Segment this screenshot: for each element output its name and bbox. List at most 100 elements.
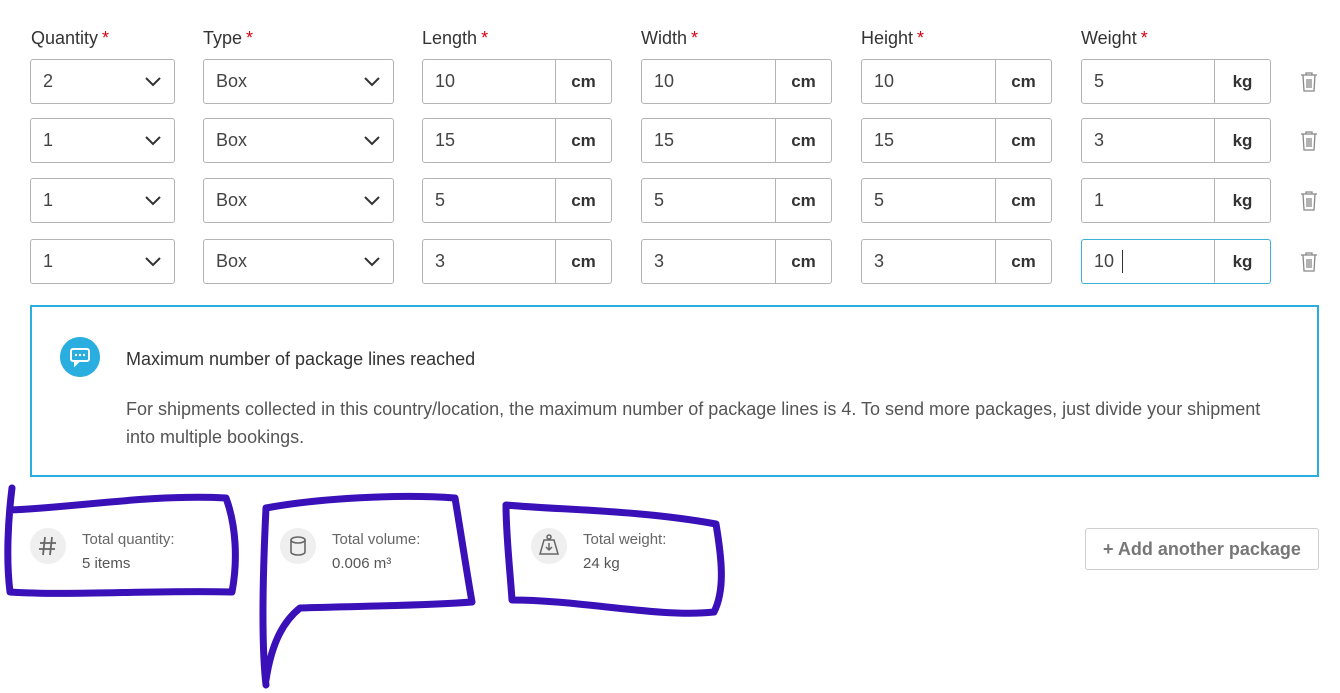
length-value: 3: [435, 251, 446, 271]
total-quantity-value: 5 items: [82, 555, 131, 572]
weight-input[interactable]: 3 kg: [1081, 118, 1271, 163]
length-unit: cm: [555, 119, 611, 162]
type-column-label: Type *: [203, 28, 254, 48]
length-input[interactable]: 5 cm: [422, 178, 612, 223]
width-value: 5: [654, 190, 665, 210]
hash-icon: [30, 528, 66, 564]
package-row: 2 Box 10 cm 10 cm 10 cm 5 kg: [0, 59, 1340, 105]
weight-value: 3: [1094, 130, 1105, 150]
chevron-down-icon: [145, 196, 161, 206]
width-unit: cm: [775, 240, 831, 283]
trash-icon[interactable]: [1300, 190, 1318, 212]
height-input[interactable]: 3 cm: [861, 239, 1052, 284]
chevron-down-icon: [145, 77, 161, 87]
length-input[interactable]: 3 cm: [422, 239, 612, 284]
notice-title: Maximum number of package lines reached: [126, 349, 476, 369]
height-unit: cm: [995, 179, 1051, 222]
chevron-down-icon: [145, 257, 161, 267]
type-value: Box: [216, 251, 248, 271]
trash-icon[interactable]: [1300, 130, 1318, 152]
trash-icon[interactable]: [1300, 71, 1318, 93]
quantity-select[interactable]: 1: [30, 239, 175, 284]
weight-unit: kg: [1214, 240, 1270, 283]
package-row: 1 Box 5 cm 5 cm 5 cm 1 kg: [0, 178, 1340, 224]
quantity-value: 1: [43, 190, 54, 210]
width-value: 15: [654, 130, 675, 150]
height-unit: cm: [995, 60, 1051, 103]
width-input[interactable]: 3 cm: [641, 239, 832, 284]
type-value: Box: [216, 71, 248, 91]
width-input[interactable]: 5 cm: [641, 178, 832, 223]
width-unit: cm: [775, 179, 831, 222]
weight-unit: kg: [1214, 60, 1270, 103]
length-value: 10: [435, 71, 456, 91]
weight-input[interactable]: 1 kg: [1081, 178, 1271, 223]
total-volume-label: Total volume:: [332, 531, 421, 548]
weight-input[interactable]: 10 kg: [1081, 239, 1271, 284]
height-input[interactable]: 10 cm: [861, 59, 1052, 104]
length-input[interactable]: 15 cm: [422, 118, 612, 163]
total-weight-value: 24 kg: [583, 555, 620, 572]
chevron-down-icon: [145, 136, 161, 146]
chevron-down-icon: [364, 136, 380, 146]
chevron-down-icon: [364, 77, 380, 87]
package-row: 1 Box 3 cm 3 cm 3 cm 10 kg: [0, 239, 1340, 285]
chevron-down-icon: [364, 196, 380, 206]
weight-input[interactable]: 5 kg: [1081, 59, 1271, 104]
add-package-button[interactable]: + Add another package: [1085, 528, 1319, 570]
length-value: 5: [435, 190, 446, 210]
weight-unit: kg: [1214, 119, 1270, 162]
height-value: 15: [874, 130, 895, 150]
quantity-value: 1: [43, 251, 54, 271]
width-unit: cm: [775, 119, 831, 162]
width-column-label: Width *: [641, 28, 699, 48]
height-input[interactable]: 5 cm: [861, 178, 1052, 223]
quantity-column-label: Quantity *: [31, 28, 110, 48]
quantity-select[interactable]: 1: [30, 178, 175, 223]
annotation-scribbles: [4, 484, 725, 689]
total-volume-value: 0.006 m³: [332, 555, 392, 572]
length-column-label: Length *: [422, 28, 489, 48]
width-input[interactable]: 15 cm: [641, 118, 832, 163]
text-cursor: [1122, 250, 1123, 273]
total-quantity-label: Total quantity:: [82, 531, 175, 548]
quantity-value: 1: [43, 130, 54, 150]
weight-column-label: Weight *: [1081, 28, 1148, 48]
height-unit: cm: [995, 240, 1051, 283]
type-value: Box: [216, 190, 248, 210]
type-select[interactable]: Box: [203, 118, 394, 163]
chat-bubble-icon: [60, 337, 100, 377]
chevron-down-icon: [364, 257, 380, 267]
length-unit: cm: [555, 179, 611, 222]
length-value: 15: [435, 130, 456, 150]
weight-unit: kg: [1214, 179, 1270, 222]
type-select[interactable]: Box: [203, 178, 394, 223]
weight-value: 5: [1094, 71, 1105, 91]
height-value: 5: [874, 190, 885, 210]
width-unit: cm: [775, 60, 831, 103]
height-input[interactable]: 15 cm: [861, 118, 1052, 163]
width-value: 3: [654, 251, 665, 271]
type-select[interactable]: Box: [203, 59, 394, 104]
weight-value: 10: [1094, 251, 1115, 271]
weight-value: 1: [1094, 190, 1105, 210]
quantity-select[interactable]: 1: [30, 118, 175, 163]
length-unit: cm: [555, 240, 611, 283]
scale-weight-icon: [531, 528, 567, 564]
quantity-select[interactable]: 2: [30, 59, 175, 104]
notice-body: For shipments collected in this country/…: [126, 399, 1261, 447]
length-unit: cm: [555, 60, 611, 103]
trash-icon[interactable]: [1300, 251, 1318, 273]
height-value: 10: [874, 71, 895, 91]
height-value: 3: [874, 251, 885, 271]
width-value: 10: [654, 71, 675, 91]
max-lines-notice: Maximum number of package lines reached …: [30, 305, 1319, 477]
type-select[interactable]: Box: [203, 239, 394, 284]
package-row: 1 Box 15 cm 15 cm 15 cm 3 kg: [0, 118, 1340, 164]
quantity-value: 2: [43, 71, 54, 91]
length-input[interactable]: 10 cm: [422, 59, 612, 104]
width-input[interactable]: 10 cm: [641, 59, 832, 104]
total-weight-label: Total weight:: [583, 531, 667, 548]
height-column-label: Height *: [861, 28, 925, 48]
height-unit: cm: [995, 119, 1051, 162]
